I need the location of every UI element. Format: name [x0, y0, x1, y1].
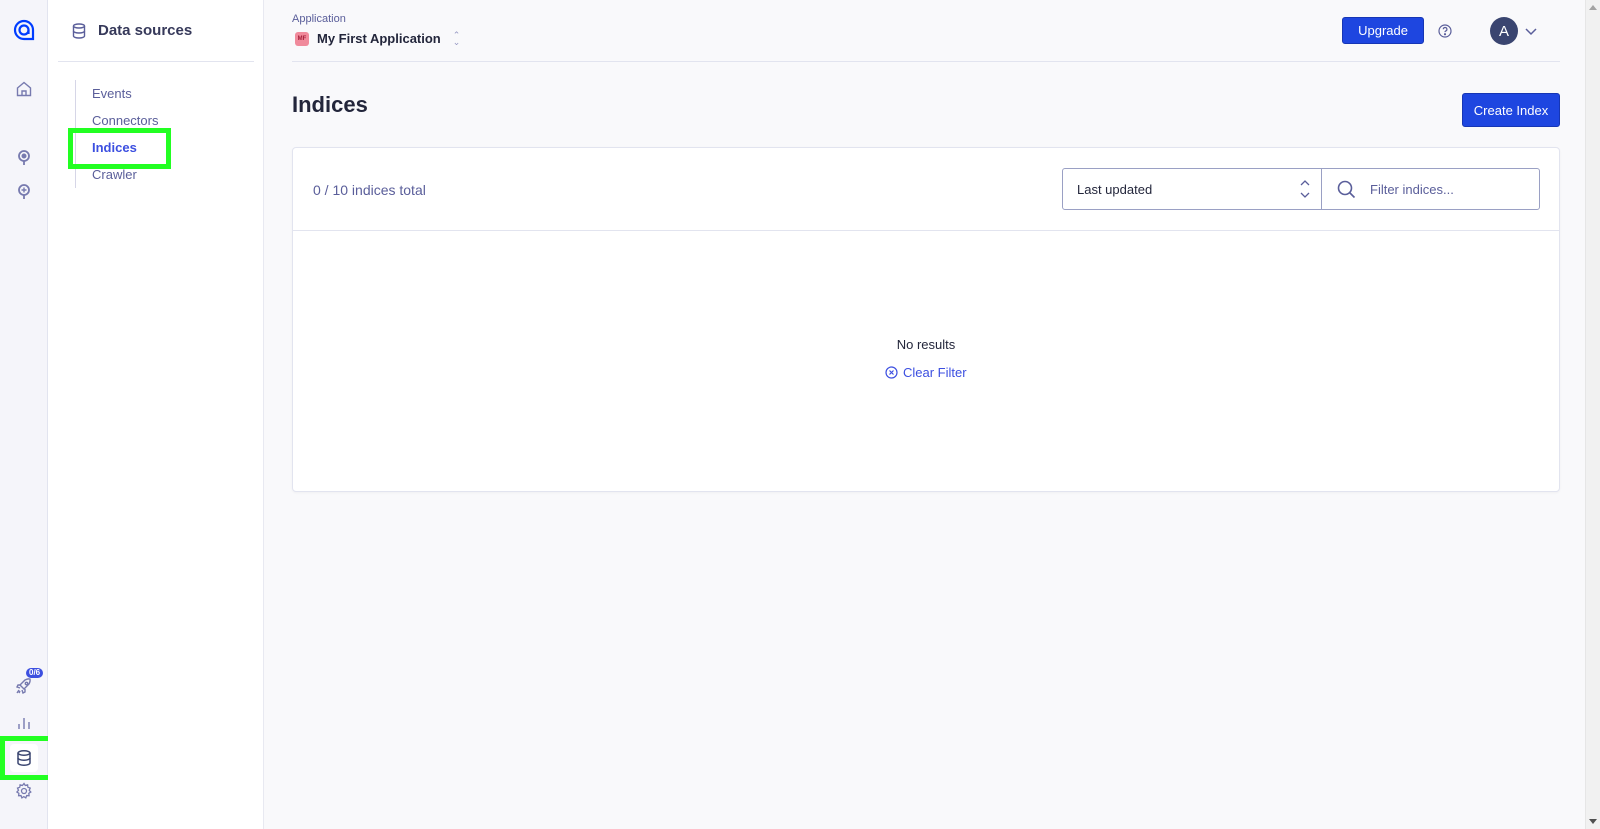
empty-state-text: No results: [896, 337, 956, 352]
top-header: Application MF My First Application ⌃ ⌄ U…: [292, 0, 1560, 62]
discovery-pin-icon[interactable]: [12, 180, 36, 204]
scroll-down-arrow-icon[interactable]: [1589, 819, 1597, 824]
sort-value: Last updated: [1077, 181, 1153, 197]
help-icon[interactable]: [1438, 24, 1452, 38]
chart-icon[interactable]: [12, 711, 36, 735]
indices-toolbar: 0 / 10 indices total Last updated: [293, 148, 1559, 231]
search-pin-icon[interactable]: [12, 146, 36, 170]
application-selector[interactable]: MF My First Application ⌃ ⌄: [295, 29, 461, 47]
subnav-header: Data sources: [58, 0, 254, 62]
clear-filter-label: Clear Filter: [903, 365, 967, 380]
filter-box: [1321, 168, 1540, 210]
indices-count: 0 / 10 indices total: [313, 182, 426, 198]
database-icon: [72, 22, 88, 39]
upgrade-button[interactable]: Upgrade: [1342, 17, 1424, 44]
clear-filter-link[interactable]: Clear Filter: [885, 365, 967, 380]
chevron-down-icon[interactable]: [1524, 24, 1538, 38]
scroll-up-arrow-icon[interactable]: [1589, 5, 1597, 10]
page-scrollbar[interactable]: [1585, 0, 1600, 829]
application-label: Application: [292, 13, 346, 25]
chevron-updown-icon: [1299, 178, 1311, 200]
app-avatar: MF: [295, 31, 309, 46]
page-title: Indices: [292, 92, 368, 117]
sort-select[interactable]: Last updated: [1062, 168, 1322, 210]
user-avatar[interactable]: A: [1490, 17, 1518, 45]
algolia-logo-icon[interactable]: [12, 18, 36, 42]
close-circle-icon: [885, 366, 898, 379]
home-icon[interactable]: [12, 77, 36, 101]
onboarding-badge: 0/6: [26, 668, 44, 678]
data-sources-nav: Data sources Events Connectors Indices C…: [48, 0, 264, 829]
highlight-box-indices: [68, 128, 171, 169]
indices-card: 0 / 10 indices total Last updated No res…: [292, 147, 1560, 492]
subnav-item-events[interactable]: Events: [76, 80, 158, 107]
create-index-button[interactable]: Create Index: [1462, 93, 1560, 127]
subnav-title: Data sources: [98, 22, 193, 39]
gear-icon[interactable]: [12, 779, 36, 803]
application-name: My First Application: [317, 31, 441, 46]
icon-rail: 0/6: [0, 0, 48, 829]
chevron-updown-icon: ⌃ ⌄: [452, 29, 461, 47]
filter-indices-input[interactable]: [1370, 181, 1530, 197]
search-icon: [1336, 179, 1356, 199]
